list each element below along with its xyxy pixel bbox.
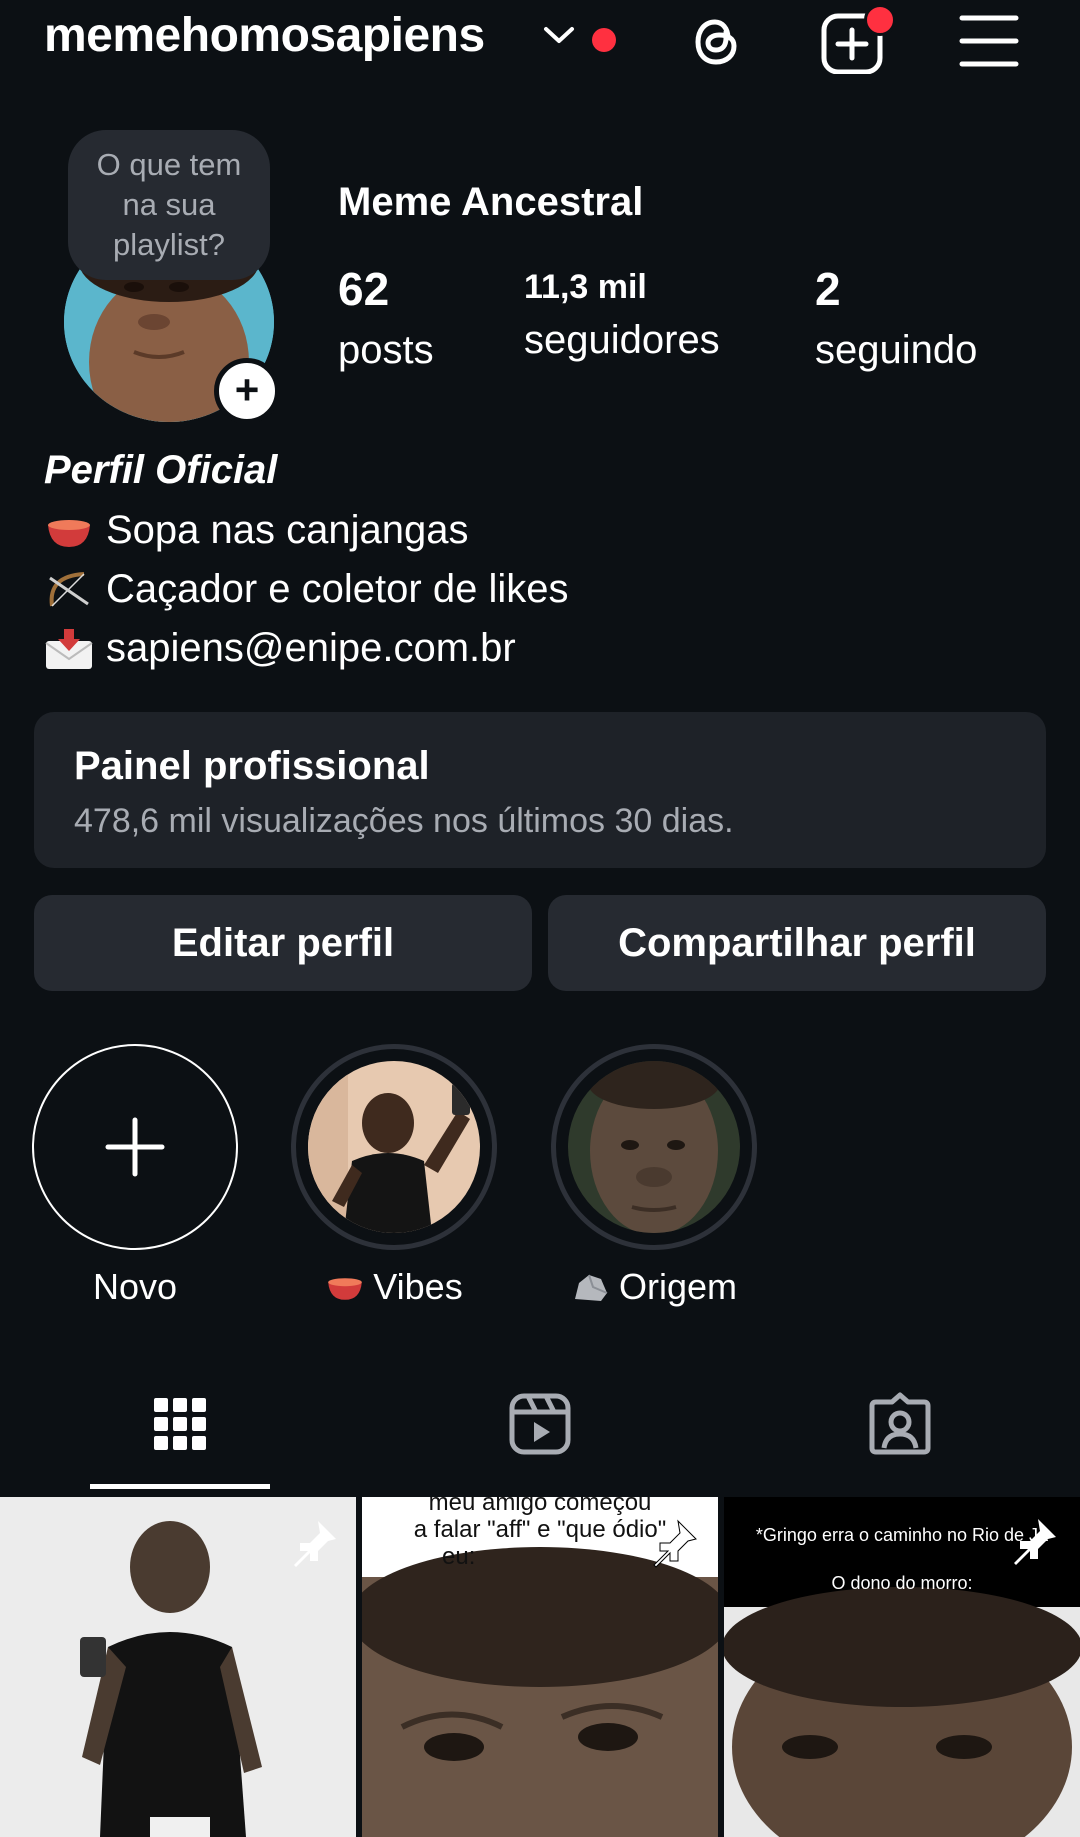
notification-dot	[592, 28, 616, 52]
new-post-notification-dot	[864, 4, 896, 36]
edit-profile-button[interactable]: Editar perfil	[34, 895, 532, 991]
highlight-label: Origem	[551, 1266, 757, 1308]
note-bubble[interactable]: O que tem na sua playlist?	[68, 130, 270, 280]
posts-label[interactable]: posts	[338, 328, 434, 373]
display-name: Meme Ancestral	[338, 180, 644, 224]
bow-arrow-icon	[44, 570, 94, 610]
highlight-label-text: Vibes	[373, 1266, 463, 1307]
highlight-label: Novo	[32, 1266, 238, 1308]
bio-email-link[interactable]: sapiens@enipe.com.br	[106, 626, 516, 671]
bowl-icon	[328, 1278, 363, 1300]
professional-dashboard-title: Painel profissional	[74, 744, 430, 788]
highlight-origem[interactable]	[551, 1044, 757, 1250]
post-caption: O dono do morro:	[831, 1573, 973, 1593]
menu-icon[interactable]	[956, 8, 1022, 74]
bio-line: sapiens@enipe.com.br	[44, 626, 516, 671]
pin-icon	[1014, 1519, 1056, 1565]
pin-icon	[294, 1521, 336, 1567]
active-tab-indicator	[90, 1484, 270, 1489]
bio-line: Caçador e coletor de likes	[44, 567, 568, 612]
chevron-down-icon[interactable]	[542, 24, 576, 46]
grid-icon[interactable]	[148, 1392, 212, 1456]
post-thumbnail[interactable]: meu amigo começou a falar "aff" e "que ó…	[362, 1497, 718, 1837]
share-profile-button[interactable]: Compartilhar perfil	[548, 895, 1046, 991]
post-thumbnail[interactable]: *Gringo erra o caminho no Rio de Ja O do…	[724, 1497, 1080, 1837]
highlight-cover	[308, 1061, 480, 1233]
highlight-label-text: Origem	[618, 1266, 738, 1307]
highlight-label: Vibes	[291, 1266, 497, 1308]
highlight-label-text: Novo	[92, 1266, 178, 1307]
posts-count[interactable]: 62	[338, 262, 389, 316]
envelope-icon	[44, 628, 94, 669]
followers-count[interactable]: 11,3 mil	[524, 268, 647, 307]
add-story-button[interactable]: +	[214, 358, 280, 424]
professional-dashboard[interactable]	[34, 712, 1046, 868]
bio-line: Sopa nas canjangas	[44, 508, 469, 553]
username[interactable]: memehomosapiens	[44, 6, 485, 66]
post-caption-line: meu amigo começou	[428, 1497, 652, 1516]
highlight-vibes[interactable]	[291, 1044, 497, 1250]
tagged-user-icon[interactable]	[868, 1392, 932, 1456]
bowl-icon	[44, 511, 94, 551]
professional-dashboard-subtitle: 478,6 mil visualizações nos últimos 30 d…	[74, 802, 734, 840]
pin-icon	[653, 1519, 697, 1568]
followers-label[interactable]: seguidores	[524, 318, 720, 363]
post-thumbnail[interactable]	[0, 1497, 356, 1837]
bio-text: Caçador e coletor de likes	[106, 567, 569, 611]
bio-title: Perfil Oficial	[44, 448, 278, 492]
highlight-cover	[568, 1061, 740, 1233]
note-text: O que tem na sua playlist?	[96, 147, 242, 262]
highlight-new-button[interactable]	[32, 1044, 238, 1250]
following-count[interactable]: 2	[815, 262, 841, 316]
plus-icon	[105, 1117, 165, 1177]
following-label[interactable]: seguindo	[815, 328, 977, 373]
rock-icon	[574, 1274, 608, 1301]
bio-text: Sopa nas canjangas	[106, 508, 469, 552]
threads-icon[interactable]	[684, 8, 750, 74]
reels-icon[interactable]	[508, 1392, 572, 1456]
